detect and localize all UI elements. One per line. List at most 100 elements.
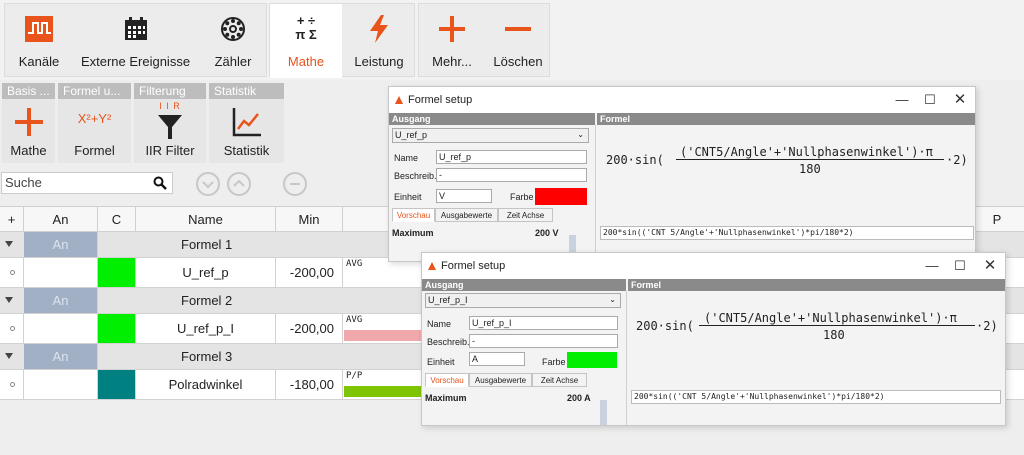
formel-button[interactable]: X²+Y² Formel	[58, 101, 131, 163]
beschreib-label: Beschreib.	[394, 171, 437, 181]
tab-zeit-achse[interactable]: Zeit Achse	[532, 373, 587, 387]
minus-circle-icon	[290, 183, 300, 185]
ribbon-group-channels: Kanäle Externe Ereignisse Zähler	[4, 3, 267, 77]
app-logo-icon	[428, 262, 436, 270]
color-swatch[interactable]	[98, 314, 136, 343]
externe-ereignisse-button[interactable]: Externe Ereignisse	[73, 4, 198, 78]
statistik-group: Statistik Statistik	[209, 83, 284, 163]
close-button[interactable]: ✕	[946, 87, 974, 113]
formula-prefix: 200·sin(	[636, 319, 694, 333]
maximize-button[interactable]: ☐	[916, 87, 944, 113]
an-cell[interactable]	[24, 314, 98, 343]
loeschen-button[interactable]: Löschen	[485, 4, 551, 78]
formel-group: Formel u... X²+Y² Formel	[58, 83, 131, 163]
name-field[interactable]: U_ref_p_I	[469, 316, 618, 330]
iir-filter-label: IIR Filter	[145, 143, 195, 158]
row-selector[interactable]	[0, 314, 24, 343]
close-button[interactable]: ✕	[976, 253, 1004, 279]
zaehler-button[interactable]: Zähler	[198, 4, 268, 78]
unit-field[interactable]: A	[469, 352, 525, 366]
group-name: Formel 1	[181, 237, 233, 252]
dialog-titlebar: Formel setup — ☐ ✕	[389, 87, 975, 113]
channel-name[interactable]: U_ref_p	[136, 258, 276, 287]
formula-input[interactable]: 200*sin(('CNT 5/Angle'+'Nullphasenwinkel…	[631, 390, 1001, 404]
dialog-title: Formel setup	[408, 94, 473, 106]
group-name: Formel 2	[181, 293, 233, 308]
preview-cell: AVG	[343, 314, 433, 343]
formula-suffix: ·2)	[976, 319, 998, 333]
remove-button[interactable]	[283, 172, 307, 196]
output-select[interactable]: U_ref_p ⌄	[392, 128, 589, 143]
zaehler-label: Zähler	[214, 54, 252, 69]
formula-denominator: 180	[799, 162, 821, 176]
formula-input[interactable]: 200*sin(('CNT 5/Angle'+'Nullphasenwinkel…	[600, 226, 974, 240]
move-down-button[interactable]	[196, 172, 220, 196]
name-label: Name	[427, 319, 452, 329]
tab-vorschau[interactable]: Vorschau	[392, 208, 435, 222]
fraction-bar	[699, 325, 975, 326]
name-field[interactable]: U_ref_p	[436, 150, 587, 164]
tab-ausgabewerte[interactable]: Ausgabewerte	[435, 208, 498, 222]
an-toggle[interactable]: An	[24, 232, 98, 257]
unit-field[interactable]: V	[436, 189, 492, 203]
mehr-button[interactable]: Mehr...	[419, 4, 485, 78]
row-bullet-icon	[10, 270, 15, 275]
name-column-header[interactable]: Name	[136, 207, 276, 232]
formel-setup-dialog: Formel setup — ☐ ✕ Ausgang Formel U_ref_…	[421, 252, 1006, 426]
tab-vorschau[interactable]: Vorschau	[425, 373, 469, 387]
color-swatch[interactable]	[98, 258, 136, 287]
statistik-button[interactable]: Statistik	[209, 101, 284, 163]
minimize-button[interactable]: —	[918, 253, 946, 279]
output-select[interactable]: U_ref_p_I ⌄	[425, 293, 621, 308]
externe-ereignisse-label: Externe Ereignisse	[80, 54, 191, 69]
channel-name[interactable]: Polradwinkel	[136, 370, 276, 399]
an-cell[interactable]	[24, 370, 98, 399]
preview-cell: P/P	[343, 370, 433, 399]
farbe-label: Farbe	[510, 192, 534, 202]
tab-ausgabewerte[interactable]: Ausgabewerte	[469, 373, 532, 387]
leistung-button[interactable]: Leistung	[342, 4, 416, 78]
beschreib-label: Beschreib.	[427, 337, 470, 347]
an-column-header[interactable]: An	[24, 207, 98, 232]
iir-filter-button[interactable]: I I R IIR Filter	[134, 101, 206, 163]
an-toggle[interactable]: An	[24, 288, 98, 313]
search-input[interactable]: Suche	[1, 172, 173, 194]
min-value: -200,00	[276, 258, 343, 287]
color-column-header[interactable]: C	[98, 207, 136, 232]
min-value: -200,00	[276, 314, 343, 343]
channel-name[interactable]: U_ref_p_I	[136, 314, 276, 343]
mathe-label: Mathe	[287, 54, 325, 69]
sub-mathe-button[interactable]: Mathe	[2, 101, 55, 163]
app-logo-icon	[395, 96, 403, 104]
search-icon[interactable]	[153, 176, 167, 190]
formel-label: Formel	[74, 143, 115, 158]
expand-all-header[interactable]: +	[0, 207, 24, 232]
preview-bar	[344, 330, 424, 341]
collapse-arrow-icon[interactable]	[5, 241, 13, 247]
collapse-arrow-icon[interactable]	[5, 297, 13, 303]
tab-zeit-achse[interactable]: Zeit Achse	[498, 208, 553, 222]
formula-prefix: 200·sin(	[606, 153, 664, 167]
mathe-button[interactable]: + ÷ π Σ Mathe	[270, 4, 342, 78]
description-field[interactable]: -	[436, 168, 587, 182]
description-field[interactable]: -	[469, 334, 618, 348]
dialog-titlebar: Formel setup — ☐ ✕	[422, 253, 1005, 279]
minimize-button[interactable]: —	[888, 87, 916, 113]
kanaele-button[interactable]: Kanäle	[5, 4, 73, 78]
maximum-value: 200 A	[567, 393, 591, 403]
color-picker[interactable]	[567, 352, 617, 368]
row-selector[interactable]	[0, 370, 24, 399]
basis-header: Basis ...	[2, 83, 55, 99]
preview-tag: P/P	[346, 371, 363, 381]
color-picker[interactable]	[535, 188, 587, 205]
color-swatch[interactable]	[98, 370, 136, 399]
move-up-button[interactable]	[227, 172, 251, 196]
an-toggle[interactable]: An	[24, 344, 98, 369]
an-cell[interactable]	[24, 258, 98, 287]
collapse-arrow-icon[interactable]	[5, 353, 13, 359]
ausgang-section-header: Ausgang	[389, 113, 595, 125]
row-selector[interactable]	[0, 258, 24, 287]
maximize-button[interactable]: ☐	[946, 253, 974, 279]
preview-slider[interactable]	[600, 400, 607, 425]
min-column-header[interactable]: Min	[276, 207, 343, 232]
